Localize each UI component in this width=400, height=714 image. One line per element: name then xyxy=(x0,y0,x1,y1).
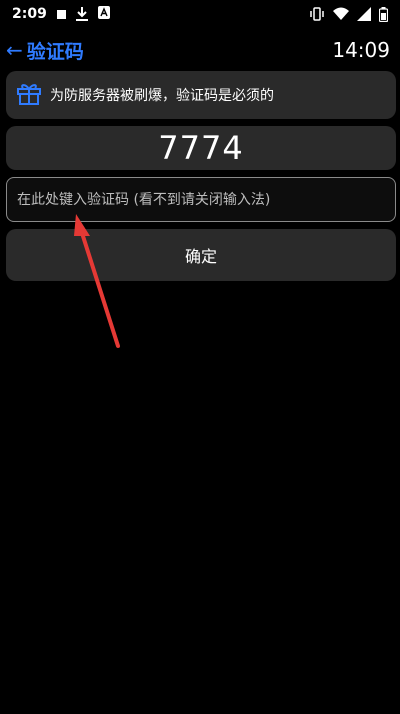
captcha-code: 7774 xyxy=(158,129,244,167)
captcha-input[interactable] xyxy=(7,178,395,221)
battery-icon xyxy=(379,6,388,22)
notice-card: 为防服务器被刷爆，验证码是必须的 xyxy=(6,71,396,119)
status-time: 2:09 xyxy=(12,6,47,22)
header-clock: 14:09 xyxy=(332,38,390,62)
confirm-button[interactable]: 确定 xyxy=(6,229,396,281)
status-bar: 2:09 xyxy=(0,0,400,28)
notice-text: 为防服务器被刷爆，验证码是必须的 xyxy=(50,88,274,104)
captcha-input-wrapper xyxy=(6,177,396,222)
signal-icon xyxy=(357,7,371,21)
page-title: 验证码 xyxy=(26,40,84,63)
gift-icon xyxy=(16,80,42,110)
captcha-display: 7774 xyxy=(6,126,396,170)
back-button[interactable]: ← 验证码 xyxy=(6,37,84,64)
download-icon xyxy=(75,7,88,21)
title-bar: ← 验证码 14:09 xyxy=(0,32,400,68)
wifi-icon xyxy=(333,7,349,21)
vibrate-icon xyxy=(309,7,325,21)
notification-square-icon xyxy=(56,9,66,19)
app-a-icon xyxy=(97,5,110,23)
status-right xyxy=(309,6,388,22)
arrow-left-icon[interactable]: ← xyxy=(6,40,23,60)
status-left: 2:09 xyxy=(12,5,110,23)
